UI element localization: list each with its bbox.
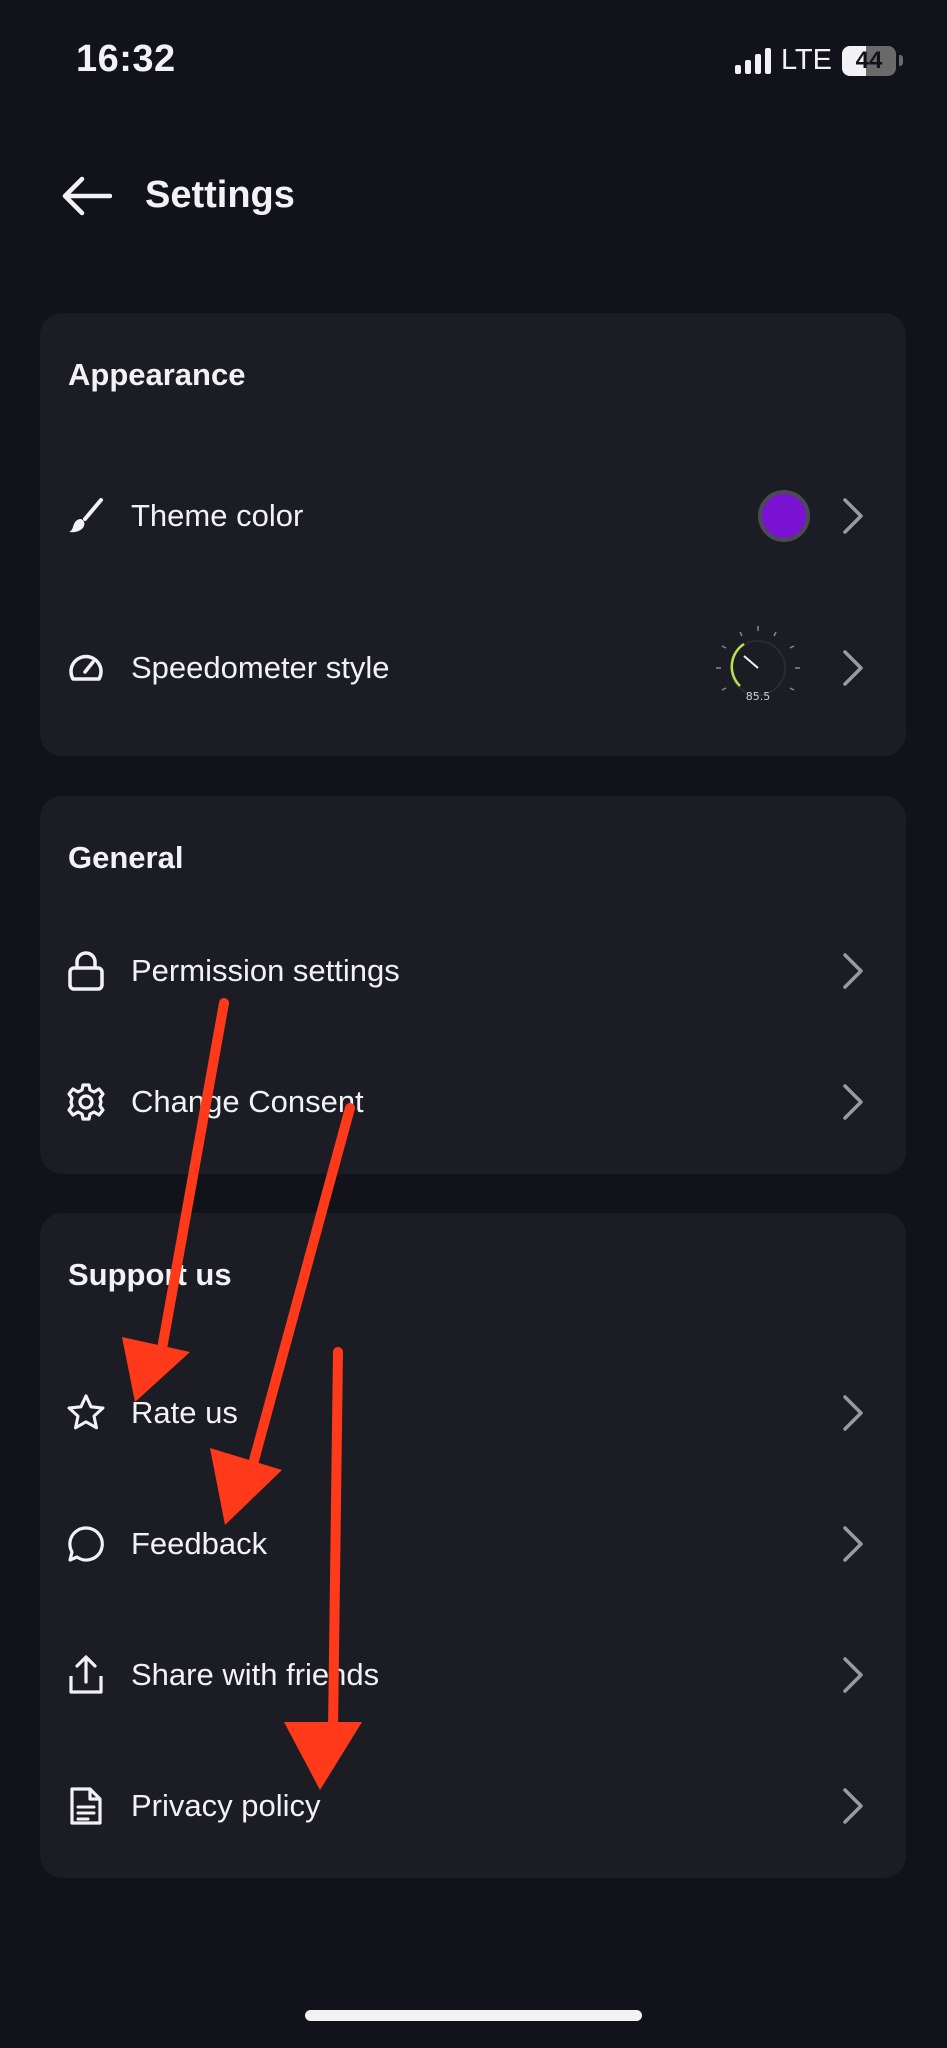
settings-item-feedback[interactable]: Feedback bbox=[40, 1489, 906, 1599]
chevron-right-icon bbox=[840, 1786, 866, 1826]
settings-item-label: Rate us bbox=[131, 1395, 238, 1430]
section-appearance: Appearance Theme color Speedometer style bbox=[40, 313, 906, 756]
back-button[interactable] bbox=[56, 166, 116, 226]
chevron-right-icon bbox=[840, 1393, 866, 1433]
section-title: Support us bbox=[68, 1257, 232, 1292]
gauge-icon bbox=[66, 648, 106, 688]
header: Settings bbox=[0, 150, 947, 250]
settings-item-label: Feedback bbox=[131, 1526, 268, 1561]
settings-item-permission-settings[interactable]: Permission settings bbox=[40, 916, 906, 1026]
battery-tip bbox=[899, 55, 903, 66]
settings-item-label: Change Consent bbox=[131, 1084, 364, 1119]
page-title: Settings bbox=[145, 174, 295, 216]
section-title: General bbox=[68, 840, 184, 875]
settings-item-label: Privacy policy bbox=[131, 1788, 321, 1823]
document-icon bbox=[66, 1786, 106, 1826]
settings-item-rate-us[interactable]: Rate us bbox=[40, 1358, 906, 1468]
paintbrush-icon bbox=[66, 496, 106, 536]
arrow-left-icon bbox=[62, 176, 112, 216]
section-title: Appearance bbox=[68, 357, 246, 392]
chevron-right-icon bbox=[840, 1655, 866, 1695]
chevron-right-icon bbox=[840, 951, 866, 991]
speedometer-preview: 85.5 bbox=[710, 620, 806, 716]
star-icon bbox=[66, 1393, 106, 1433]
section-support-us: Support us Rate us Feedback Share with f… bbox=[40, 1213, 906, 1878]
section-general: General Permission settings Change Conse… bbox=[40, 796, 906, 1174]
lock-icon bbox=[66, 951, 106, 991]
status-bar: 16:32 LTE 44 bbox=[0, 0, 947, 120]
share-icon bbox=[66, 1655, 106, 1695]
settings-item-label: Permission settings bbox=[131, 953, 400, 988]
chevron-right-icon bbox=[840, 1082, 866, 1122]
settings-item-change-consent[interactable]: Change Consent bbox=[40, 1047, 906, 1157]
chevron-right-icon bbox=[840, 648, 866, 688]
chevron-right-icon bbox=[840, 496, 866, 536]
settings-item-theme-color[interactable]: Theme color bbox=[40, 461, 906, 571]
theme-color-swatch bbox=[758, 490, 810, 542]
speedometer-preview-value: 85.5 bbox=[746, 690, 771, 703]
settings-item-label: Speedometer style bbox=[131, 650, 390, 685]
status-time: 16:32 bbox=[76, 38, 176, 80]
settings-item-share-with-friends[interactable]: Share with friends bbox=[40, 1620, 906, 1730]
cellular-signal-icon bbox=[734, 47, 771, 74]
settings-item-label: Share with friends bbox=[131, 1657, 380, 1692]
settings-item-speedometer-style[interactable]: Speedometer style 85.5 bbox=[40, 613, 906, 723]
settings-item-label: Theme color bbox=[131, 498, 304, 533]
status-indicators: LTE 44 bbox=[734, 44, 903, 77]
chevron-right-icon bbox=[840, 1524, 866, 1564]
network-type: LTE bbox=[780, 44, 832, 76]
battery-icon: 44 bbox=[842, 45, 896, 76]
chat-bubble-icon bbox=[66, 1524, 106, 1564]
settings-item-privacy-policy[interactable]: Privacy policy bbox=[40, 1751, 906, 1861]
battery-level: 44 bbox=[855, 46, 883, 74]
home-indicator bbox=[305, 2010, 642, 2021]
gear-icon bbox=[66, 1082, 106, 1122]
